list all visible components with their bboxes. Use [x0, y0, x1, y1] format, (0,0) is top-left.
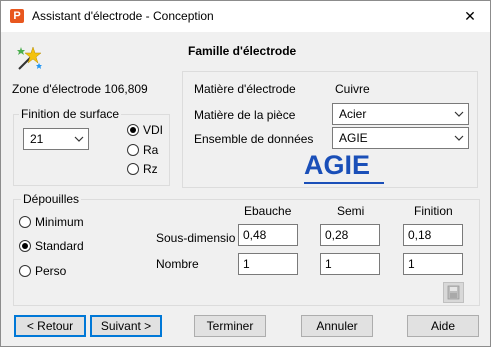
dataset-value: AGIE	[339, 131, 368, 145]
count-semi-input[interactable]: 1	[320, 253, 380, 275]
dataset-label: Ensemble de données	[194, 132, 314, 146]
help-button[interactable]: Aide	[407, 315, 479, 337]
draft-perso-label: Perso	[35, 264, 67, 278]
finish-vdi-radio[interactable]	[127, 124, 139, 136]
page-heading: Famille d'électrode	[188, 44, 297, 58]
draft-perso-radio[interactable]	[19, 265, 31, 277]
draft-standard-label: Standard	[35, 239, 84, 253]
count-finishing-value: 1	[408, 257, 415, 271]
finish-value: 21	[30, 132, 44, 146]
window-title: Assistant d'électrode - Conception	[32, 9, 214, 23]
part-material-label: Matière de la pièce	[194, 108, 296, 122]
surface-finish-title: Finition de surface	[19, 107, 122, 121]
save-disk-button[interactable]	[443, 282, 464, 303]
dialog-window: P Assistant d'électrode - Conception ✕ F…	[0, 0, 491, 347]
close-button[interactable]: ✕	[459, 6, 481, 26]
electrode-zone-label: Zone d'électrode 106,809	[12, 82, 148, 96]
back-button[interactable]: < Retour	[14, 315, 86, 337]
electrode-material-value: Cuivre	[335, 82, 370, 96]
part-material-dropdown[interactable]: Acier	[332, 103, 469, 125]
undersize-finishing-input[interactable]: 0,18	[403, 224, 463, 246]
draft-minimum-label: Minimum	[35, 215, 84, 229]
next-button[interactable]: Suivant >	[90, 315, 162, 337]
undersize-semi-value: 0,28	[325, 228, 349, 242]
finish-rz-label: Rz	[143, 162, 158, 176]
count-semi-value: 1	[325, 257, 332, 271]
column-roughing: Ebauche	[244, 204, 292, 218]
agie-logo-underline	[304, 182, 384, 184]
agie-logo: AGIE	[304, 150, 371, 180]
dataset-dropdown[interactable]: AGIE	[332, 127, 469, 149]
electrode-material-label: Matière d'électrode	[194, 82, 296, 96]
column-semi: Semi	[337, 204, 365, 218]
count-roughing-value: 1	[243, 257, 250, 271]
wizard-wand-icon	[17, 46, 42, 70]
draft-standard-radio[interactable]	[19, 240, 31, 252]
finish-value-dropdown[interactable]: 21	[23, 128, 89, 150]
undersize-semi-input[interactable]: 0,28	[320, 224, 380, 246]
app-logo-icon: P	[10, 9, 24, 23]
undersize-finishing-value: 0,18	[408, 228, 432, 242]
chevron-down-icon	[454, 111, 464, 117]
drafts-title: Dépouilles	[21, 192, 82, 206]
undersize-row-label: Sous-dimensio	[156, 231, 236, 245]
finish-ra-label: Ra	[143, 143, 159, 157]
save-disk-icon	[447, 285, 460, 300]
undersize-roughing-value: 0,48	[243, 228, 267, 242]
undersize-roughing-input[interactable]: 0,48	[238, 224, 298, 246]
finish-button[interactable]: Terminer	[194, 315, 266, 337]
title-bar: P Assistant d'électrode - Conception ✕	[1, 1, 490, 32]
column-finishing: Finition	[414, 204, 453, 218]
part-material-value: Acier	[339, 107, 367, 121]
finish-ra-radio[interactable]	[127, 144, 139, 156]
finish-rz-radio[interactable]	[127, 163, 139, 175]
finish-vdi-label: VDI	[143, 123, 164, 137]
chevron-down-icon	[74, 136, 84, 142]
count-row-label: Nombre	[156, 257, 199, 271]
draft-minimum-radio[interactable]	[19, 216, 31, 228]
count-roughing-input[interactable]: 1	[238, 253, 298, 275]
cancel-button[interactable]: Annuler	[301, 315, 373, 337]
chevron-down-icon	[454, 135, 464, 141]
count-finishing-input[interactable]: 1	[403, 253, 463, 275]
